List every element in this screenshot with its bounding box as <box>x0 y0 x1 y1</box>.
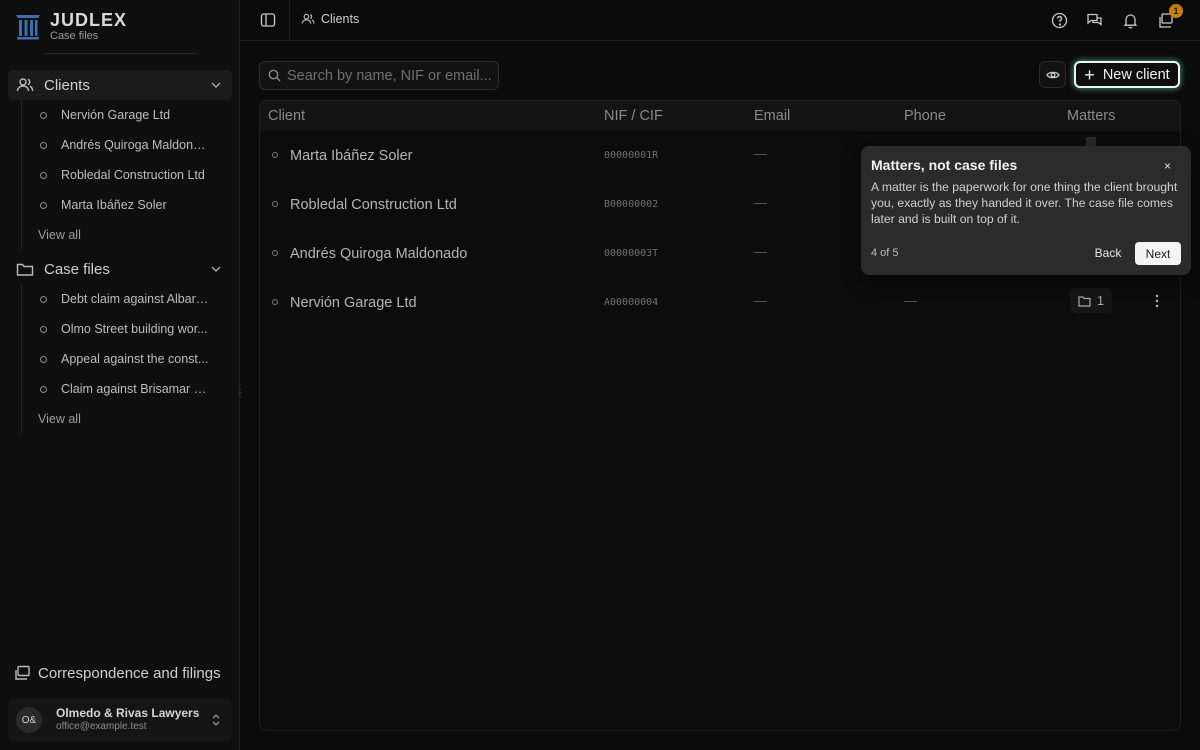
sidebar-section-clients[interactable]: Clients <box>8 70 232 100</box>
new-client-label: New client <box>1102 66 1170 83</box>
sidebar-resize-handle[interactable]: ⋮ ⋮ <box>235 385 245 402</box>
eye-icon <box>1045 71 1060 78</box>
messages-icon[interactable] <box>1086 12 1103 29</box>
divider <box>289 0 290 41</box>
divider <box>44 53 198 54</box>
client-nif: A00000004 <box>604 297 659 308</box>
circle-icon <box>272 299 278 305</box>
sidebar: JUDLEX Case files Clients Nervión Garage… <box>0 0 245 750</box>
plus-icon: + <box>1084 64 1095 85</box>
client-email: — <box>754 146 767 161</box>
breadcrumb: Clients <box>301 12 359 26</box>
more-vertical-icon[interactable] <box>1153 293 1161 309</box>
column-header-phone[interactable]: Phone <box>904 108 946 124</box>
client-nif: 00000003T <box>604 248 659 259</box>
sidebar-item-case-file[interactable]: Claim against Brisamar In... <box>22 374 221 404</box>
sidebar-item-case-file[interactable]: Olmo Street building wor... <box>22 314 221 344</box>
sidebar-item-client[interactable]: Robledal Construction Ltd <box>22 160 221 190</box>
sidebar-item-client[interactable]: Nervión Garage Ltd <box>22 100 221 130</box>
circle-icon <box>40 201 47 209</box>
account-name: Olmedo & Rivas Lawyers <box>56 706 200 720</box>
circle-icon <box>40 295 47 303</box>
users-icon <box>16 78 34 92</box>
client-name[interactable]: Nervión Garage Ltd <box>290 295 417 311</box>
clients-tree: Nervión Garage Ltd Andrés Quiroga Maldon… <box>21 100 221 250</box>
client-name[interactable]: Marta Ibáñez Soler <box>290 148 413 164</box>
table-header: Client NIF / CIF Email Phone Matters <box>260 101 1180 131</box>
client-email: — <box>754 293 767 308</box>
search-box[interactable] <box>259 61 499 90</box>
circle-icon <box>272 250 278 256</box>
toggle-visibility-button[interactable] <box>1039 61 1066 88</box>
inbox-stack-icon <box>15 665 30 680</box>
circle-icon <box>40 111 47 119</box>
sidebar-section-label: Case files <box>44 260 110 278</box>
tour-next-button[interactable]: Next <box>1135 242 1181 265</box>
client-email: — <box>754 244 767 259</box>
case-files-view-all-link[interactable]: View all <box>22 404 221 434</box>
columns-logo-icon <box>16 15 40 40</box>
clients-view-all-link[interactable]: View all <box>22 220 221 250</box>
account-email: office@example.test <box>56 721 147 732</box>
bell-icon[interactable] <box>1122 12 1139 29</box>
circle-icon <box>40 385 47 393</box>
sidebar-item-client[interactable]: Andrés Quiroga Maldona... <box>22 130 221 160</box>
search-input[interactable] <box>287 67 497 84</box>
case-files-tree: Debt claim against Albarr... Olmo Street… <box>21 284 221 434</box>
account-switcher[interactable]: O& Olmedo & Rivas Lawyers office@example… <box>8 698 232 742</box>
client-phone: — <box>904 293 917 308</box>
breadcrumb-current: Clients <box>321 12 360 26</box>
circle-icon <box>40 325 47 333</box>
client-nif: B00000002 <box>604 199 659 210</box>
brand[interactable]: JUDLEX Case files <box>14 10 127 42</box>
sidebar-item-case-file[interactable]: Debt claim against Albarr... <box>22 284 221 314</box>
client-email: — <box>754 195 767 210</box>
sidebar-item-correspondence[interactable]: Correspondence and filings <box>14 664 221 682</box>
folder-icon <box>1078 295 1091 307</box>
client-nif: 00000001R <box>604 150 659 161</box>
new-client-button[interactable]: + New client <box>1074 61 1180 88</box>
avatar: O& <box>16 707 42 733</box>
circle-icon <box>40 355 47 363</box>
column-header-client[interactable]: Client <box>268 108 305 124</box>
circle-icon <box>272 201 278 207</box>
notification-badge: 1 <box>1169 4 1183 18</box>
column-header-nif[interactable]: NIF / CIF <box>604 108 663 124</box>
app-root: JUDLEX Case files Clients Nervión Garage… <box>0 0 1200 750</box>
client-name[interactable]: Andrés Quiroga Maldonado <box>290 246 467 262</box>
sidebar-item-client[interactable]: Marta Ibáñez Soler <box>22 190 221 220</box>
search-icon <box>268 69 281 82</box>
chevron-up-down-icon <box>212 714 220 726</box>
column-header-email[interactable]: Email <box>754 108 790 124</box>
tour-step-counter: 4 of 5 <box>871 247 899 259</box>
sidebar-section-case-files[interactable]: Case files <box>8 254 232 284</box>
column-header-matters[interactable]: Matters <box>1067 108 1115 124</box>
tour-title: Matters, not case files <box>871 157 1018 173</box>
client-name[interactable]: Robledal Construction Ltd <box>290 197 457 213</box>
matters-count-button[interactable]: 1 <box>1070 288 1112 313</box>
matters-count: 1 <box>1097 293 1104 308</box>
top-bar: Clients 1 <box>240 0 1200 41</box>
correspondence-label: Correspondence and filings <box>38 664 221 682</box>
circle-icon <box>40 171 47 179</box>
tour-body: A matter is the paperwork for one thing … <box>871 180 1178 226</box>
table-row[interactable]: Nervión Garage Ltd A00000004 — — 1 <box>260 278 1180 327</box>
tour-back-button[interactable]: Back <box>1085 242 1131 264</box>
app-title: JUDLEX <box>50 10 128 30</box>
folder-icon <box>16 263 34 276</box>
help-icon[interactable] <box>1051 12 1068 29</box>
chevron-down-icon[interactable] <box>210 263 222 275</box>
app-subtitle: Case files <box>50 30 99 42</box>
circle-icon <box>272 152 278 158</box>
sidebar-section-label: Clients <box>44 76 90 94</box>
users-icon <box>301 13 315 24</box>
sidebar-item-case-file[interactable]: Appeal against the const... <box>22 344 221 374</box>
tour-popover: Matters, not case files × A matter is th… <box>861 146 1191 275</box>
close-icon[interactable]: × <box>1164 159 1171 173</box>
circle-icon <box>40 141 47 149</box>
sidebar-toggle-icon[interactable] <box>260 12 276 28</box>
chevron-down-icon[interactable] <box>210 79 222 91</box>
